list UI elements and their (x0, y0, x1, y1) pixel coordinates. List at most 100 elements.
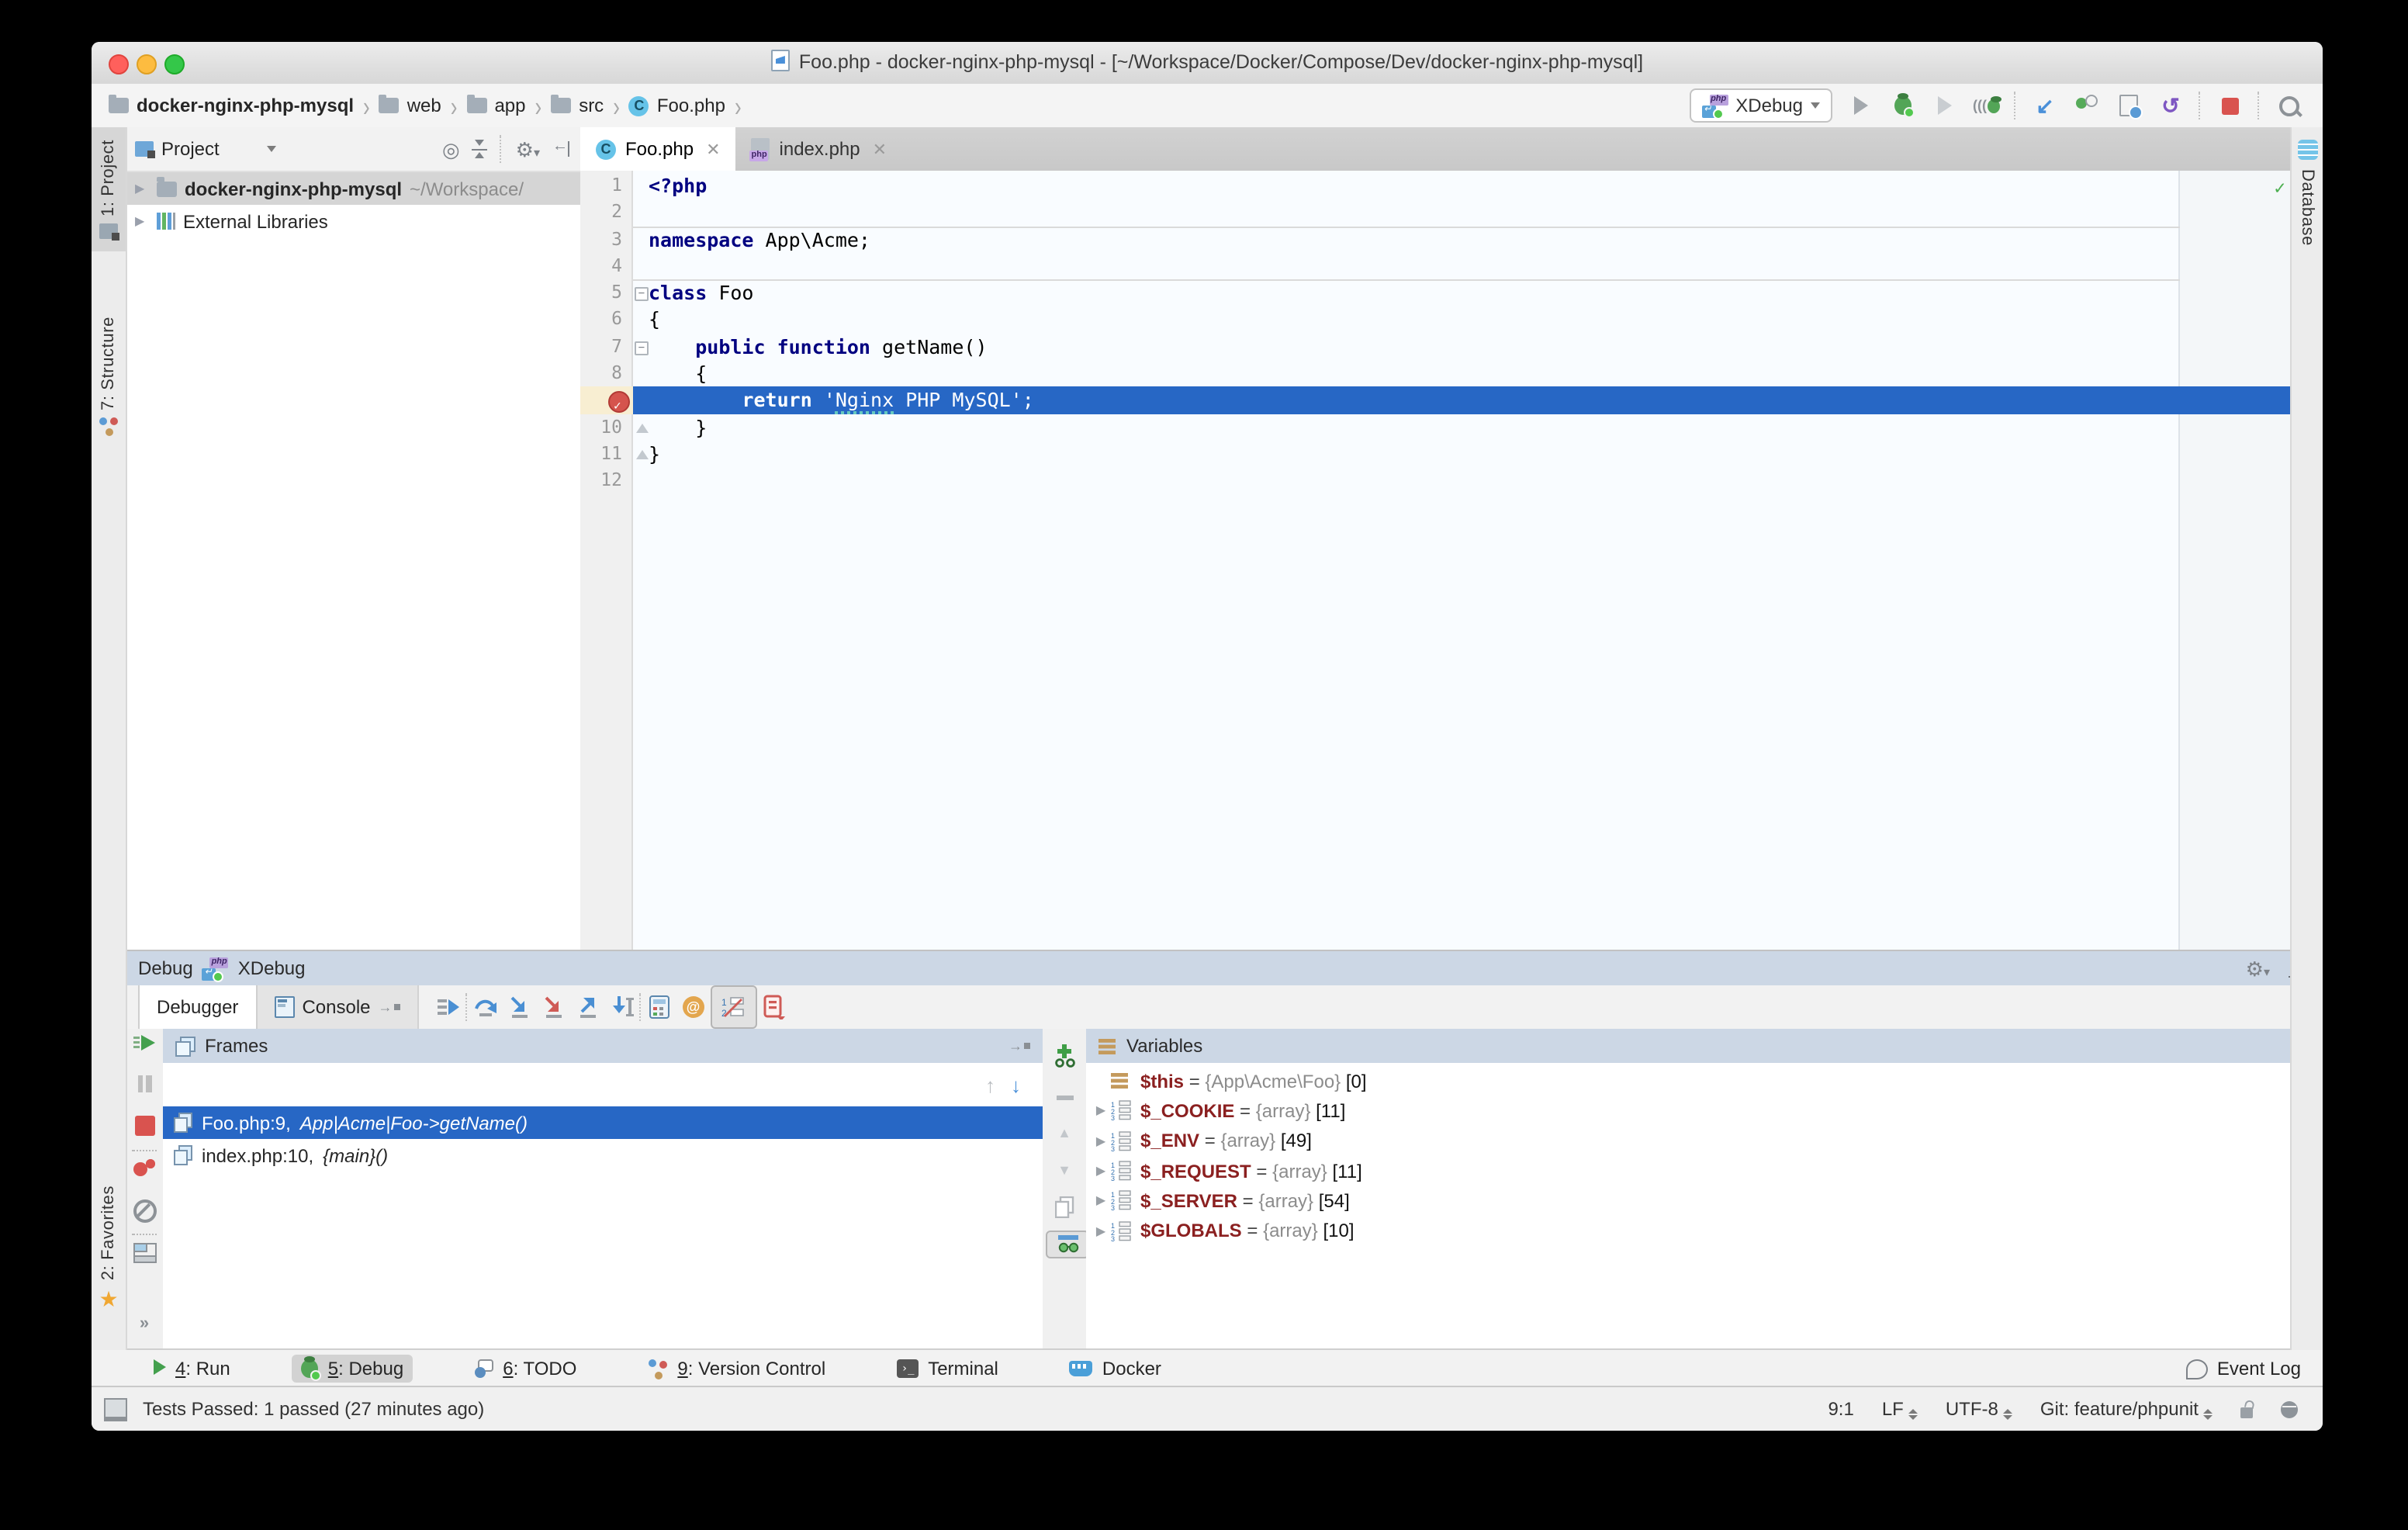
local-history-button[interactable] (2115, 92, 2143, 119)
expand-arrow-icon[interactable]: ▶ (135, 214, 149, 228)
attach-debugger-button[interactable]: ((( (1972, 92, 2000, 119)
toolwindow-button-docker[interactable]: Docker (1060, 1355, 1171, 1383)
stop-button[interactable] (2216, 92, 2244, 119)
previous-frame-button[interactable]: ↑ (985, 1075, 995, 1095)
run-button[interactable] (1846, 92, 1874, 119)
float-panel-icon[interactable]: → (1009, 1038, 1030, 1054)
gear-icon[interactable]: ⚙▾ (516, 139, 540, 159)
gutter-cell[interactable]: 6 (580, 306, 633, 334)
add-watch-button[interactable] (1043, 1044, 1086, 1068)
toolwindow-button-run[interactable]: 4: Run (144, 1355, 240, 1383)
fold-end-icon[interactable] (635, 450, 648, 459)
tab-debugger[interactable]: Debugger (138, 985, 257, 1029)
breakpoint-icon[interactable] (608, 391, 630, 413)
copy-watch-button[interactable] (1043, 1196, 1086, 1218)
editor-tab-index-php[interactable]: index.php✕ (736, 127, 903, 171)
fold-column[interactable] (633, 468, 649, 495)
sidebar-item-database[interactable]: Database (2292, 140, 2323, 246)
line-number[interactable]: 4 (580, 253, 631, 280)
gutter-cell[interactable]: 9 (580, 387, 633, 414)
view-breakpoints-button[interactable] (126, 1159, 163, 1179)
fold-column[interactable] (633, 414, 649, 441)
editor-tab-foo-php[interactable]: CFoo.php✕ (580, 127, 736, 171)
gutter-cell[interactable]: 11 (580, 441, 633, 468)
fold-column[interactable]: − (633, 279, 649, 306)
gutter-cell[interactable]: 1 (580, 172, 633, 199)
breadcrumb-item[interactable]: web (379, 95, 441, 116)
variable-row[interactable]: $this = {App\Acme\Foo} [0] (1086, 1066, 2323, 1096)
line-number[interactable]: 12 (580, 468, 631, 495)
line-number[interactable]: 7 (580, 334, 631, 361)
toolwindow-toggle-icon[interactable] (104, 1397, 127, 1421)
stop-debug-button[interactable] (126, 1116, 163, 1136)
move-watch-up-button[interactable]: ▲ (1043, 1125, 1086, 1141)
fold-column[interactable] (633, 253, 649, 280)
gutter-cell[interactable]: 2 (580, 199, 633, 227)
sidebar-item-structure[interactable]: 7: Structure (92, 317, 126, 437)
gutter-cell[interactable]: 7 (580, 334, 633, 361)
git-branch-widget[interactable]: Git: feature/phpunit (2040, 1398, 2213, 1421)
tab-console[interactable]: Console → (257, 985, 418, 1029)
project-tree-row[interactable]: ▶docker-nginx-php-mysql~/Workspace/ (126, 172, 580, 205)
debug-button[interactable] (1888, 92, 1916, 119)
toolwindow-button-debug[interactable]: 5: Debug (292, 1355, 413, 1383)
step-out-button[interactable] (571, 990, 605, 1024)
move-watch-down-button[interactable]: ▼ (1043, 1162, 1086, 1178)
frame-row[interactable]: Foo.php:9, App|Acme|Foo->getName() (163, 1106, 1043, 1139)
variable-row[interactable]: ▶123$_COOKIE = {array} [11] (1086, 1096, 2323, 1127)
gutter-cell[interactable]: 3 (580, 226, 633, 253)
chevron-down-icon[interactable] (268, 146, 277, 152)
vcs-commit-button[interactable] (2073, 92, 2101, 119)
breadcrumb-item[interactable]: docker-nginx-php-mysql (109, 95, 354, 116)
show-execution-point-button[interactable] (431, 990, 465, 1024)
search-everywhere-button[interactable] (2275, 92, 2302, 119)
breadcrumb-item[interactable]: app (466, 95, 525, 116)
run-to-cursor-button[interactable] (605, 990, 639, 1024)
fold-column[interactable] (633, 226, 649, 253)
fold-column[interactable] (633, 172, 649, 199)
variable-row[interactable]: ▶123$GLOBALS = {array} [10] (1086, 1216, 2323, 1246)
locate-file-icon[interactable]: ◎ (442, 139, 460, 159)
line-number[interactable]: 10 (580, 414, 631, 441)
fold-minus-icon[interactable]: − (635, 287, 649, 301)
titlebar[interactable]: Foo.php - docker-nginx-php-mysql - [~/Wo… (92, 42, 2323, 85)
sidebar-item-project[interactable]: 1: Project (92, 127, 126, 252)
expand-arrow-icon[interactable]: ▶ (1091, 1164, 1111, 1178)
remove-watch-button[interactable] (1043, 1088, 1086, 1099)
gutter-cell[interactable]: 5 (580, 279, 633, 306)
line-number[interactable]: 5 (580, 279, 631, 306)
variable-row[interactable]: ▶123$_ENV = {array} [49] (1086, 1126, 2323, 1156)
expand-arrow-icon[interactable]: ▶ (1091, 1224, 1111, 1238)
sidebar-item-favorites[interactable]: 2: Favorites★ (92, 1186, 126, 1310)
project-panel-title[interactable]: Project (161, 138, 220, 160)
line-number[interactable]: 3 (580, 226, 631, 253)
force-step-into-button[interactable] (537, 990, 571, 1024)
show-watches-button[interactable] (1046, 1231, 1089, 1258)
line-number[interactable]: 1 (580, 172, 631, 199)
line-separator-widget[interactable]: LF (1882, 1398, 1918, 1421)
expand-arrow-icon[interactable]: ▶ (1091, 1134, 1111, 1148)
fold-column[interactable] (633, 387, 649, 414)
step-over-button[interactable] (469, 990, 503, 1024)
toolwindow-button-version-control[interactable]: 9: Version Control (638, 1355, 835, 1383)
line-number[interactable]: 8 (580, 360, 631, 387)
expand-arrow-icon[interactable]: ▶ (1091, 1194, 1111, 1208)
restore-layout-button[interactable] (126, 1243, 163, 1263)
lock-icon[interactable] (2240, 1407, 2253, 1418)
mute-breakpoints-button[interactable] (126, 1199, 163, 1223)
hector-inspector-icon[interactable] (2281, 1400, 2298, 1418)
frame-row[interactable]: index.php:10, {main}() (163, 1139, 1043, 1172)
caret-position-widget[interactable]: 9:1 (1828, 1398, 1853, 1420)
gutter-cell[interactable]: 12 (580, 468, 633, 495)
line-number[interactable]: 2 (580, 199, 631, 227)
evaluate-expression-button[interactable] (642, 990, 676, 1024)
fold-column[interactable] (633, 306, 649, 334)
variable-row[interactable]: ▶123$_REQUEST = {array} [11] (1086, 1156, 2323, 1186)
project-tree-row[interactable]: ▶External Libraries (126, 205, 580, 237)
pause-button[interactable] (126, 1075, 163, 1092)
more-actions-button[interactable]: » (126, 1314, 163, 1333)
close-tab-button[interactable]: ✕ (873, 139, 887, 159)
update-project-button[interactable]: ↙ (2031, 92, 2059, 119)
breadcrumb-item[interactable]: src (551, 95, 604, 116)
rollback-button[interactable]: ↺ (2157, 92, 2185, 119)
